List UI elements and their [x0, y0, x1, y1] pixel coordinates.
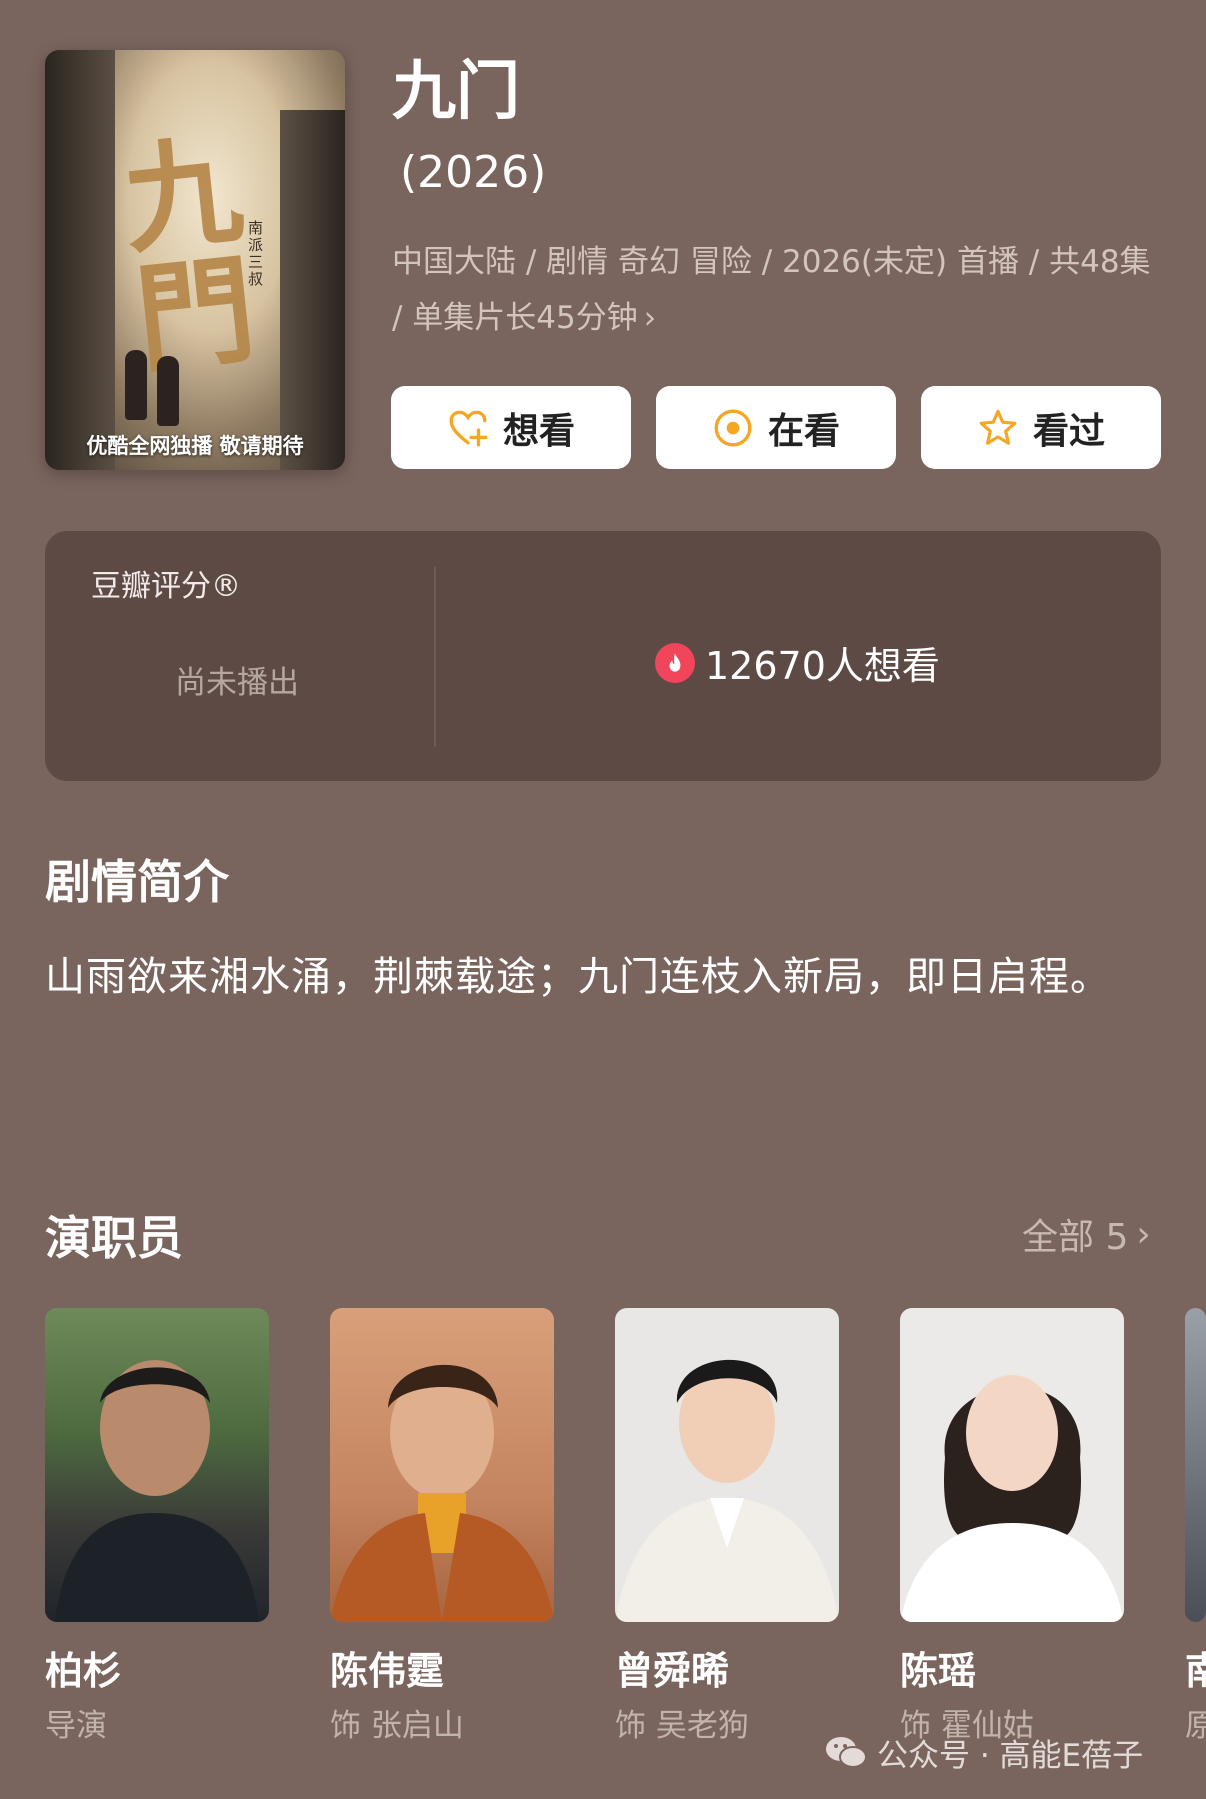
cast-photo-4[interactable]: [900, 1308, 1124, 1622]
star-icon: [979, 409, 1017, 445]
watching-button[interactable]: 在看: [656, 386, 896, 469]
poster-author-text: 南派三叔: [246, 220, 264, 288]
douban-rating-label: 豆瓣评分®: [91, 569, 241, 604]
show-meta-text: 中国大陆 / 剧情 奇幻 冒险 / 2026(未定) 首播 / 共48集 / 单…: [392, 244, 1151, 336]
cast-name-1[interactable]: 柏杉: [45, 1640, 121, 1695]
poster-figure: [125, 350, 147, 420]
rating-card: 豆瓣评分® 尚未播出 12670人想看: [45, 531, 1161, 781]
target-icon: [714, 409, 752, 446]
show-title: 九门: [392, 55, 520, 129]
chevron-right-icon: ›: [1136, 1213, 1151, 1255]
watched-button[interactable]: 看过: [921, 386, 1161, 469]
watching-label: 在看: [767, 410, 840, 452]
show-year: (2026): [400, 147, 547, 198]
poster-figure: [157, 356, 179, 426]
watermark-text: 公众号 · 高能E蓓子: [877, 1738, 1144, 1774]
cast-role-3: 饰 吴老狗: [615, 1708, 749, 1744]
person-photo-icon: [900, 1375, 1124, 1622]
cast-all-label: 全部 5: [1022, 1217, 1129, 1258]
person-photo-icon: [55, 1360, 259, 1622]
poster-caption: 优酷全网独播 敬请期待: [86, 434, 304, 458]
wechat-icon: [826, 1736, 867, 1768]
chevron-right-icon: ›: [643, 300, 657, 336]
watermark: 公众号 · 高能E蓓子: [825, 1730, 1143, 1775]
cast-photo-5[interactable]: [1185, 1308, 1206, 1622]
want-count-text: 12670人想看: [705, 644, 940, 688]
person-photo-icon: [615, 1359, 839, 1622]
synopsis-text: 山雨欲来湘水涌，荆棘载途；九门连枝入新局，即日启程。: [45, 954, 1111, 1000]
cast-photo-2[interactable]: [330, 1308, 554, 1622]
show-meta[interactable]: 中国大陆 / 剧情 奇幻 冒险 / 2026(未定) 首播 / 共48集 / 单…: [392, 234, 1162, 346]
cast-name-3[interactable]: 曾舜晞: [615, 1640, 729, 1695]
fire-icon: [655, 642, 695, 683]
cast-role-2: 饰 张启山: [330, 1708, 464, 1744]
want-to-watch-button[interactable]: 想看: [391, 386, 631, 469]
want-to-watch-label: 想看: [502, 410, 575, 452]
rating-status: 尚未播出: [175, 665, 299, 701]
cast-role-5: 原: [1185, 1708, 1206, 1744]
watched-label: 看过: [1032, 410, 1105, 452]
poster-calligraphy: 九門: [117, 119, 262, 390]
person-photo-icon: [330, 1364, 554, 1622]
synopsis-heading: 剧情简介: [45, 855, 229, 909]
poster-building-left: [45, 50, 115, 470]
cast-heading: 演职员: [45, 1211, 183, 1265]
poster-image[interactable]: 九門 南派三叔 优酷全网独播 敬请期待: [45, 50, 345, 470]
cast-photo-1[interactable]: [45, 1308, 269, 1622]
cast-role-1: 导演: [45, 1708, 107, 1744]
cast-name-4[interactable]: 陈瑶: [900, 1640, 976, 1695]
want-count: 12670人想看: [655, 635, 940, 690]
rating-divider: [434, 567, 436, 747]
heart-plus-icon: [449, 410, 488, 446]
cast-photo-3[interactable]: [615, 1308, 839, 1622]
cast-name-2[interactable]: 陈伟霆: [330, 1640, 444, 1695]
cast-name-5[interactable]: 南: [1185, 1640, 1206, 1695]
cast-all-link[interactable]: 全部 5 ›: [1022, 1208, 1151, 1260]
